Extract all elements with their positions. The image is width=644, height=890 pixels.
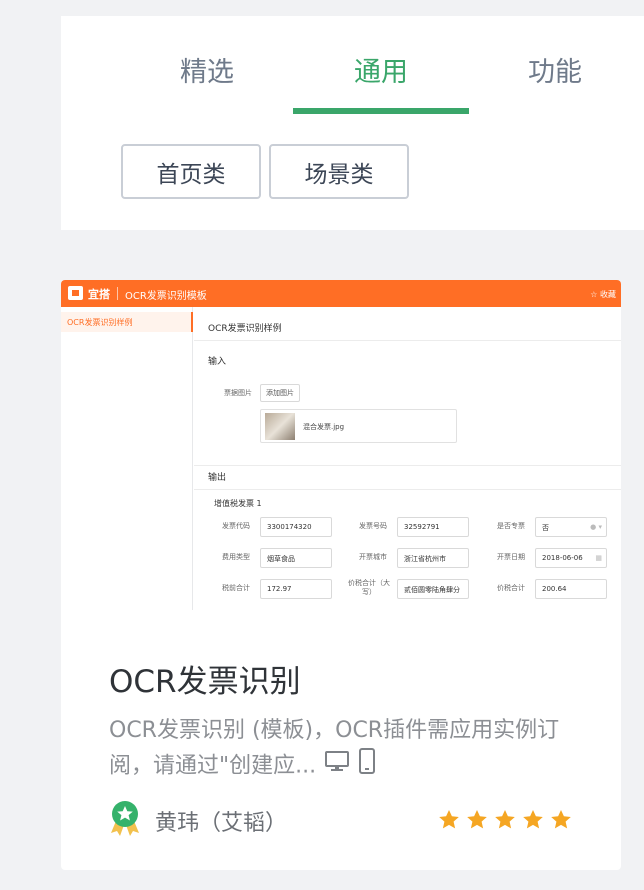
calendar-icon: ▦ bbox=[595, 554, 602, 562]
star-icon bbox=[495, 810, 515, 829]
preview-file-item: 混合发票.jpg bbox=[260, 409, 457, 443]
preview-file-name: 混合发票.jpg bbox=[303, 423, 345, 431]
chip-scenario[interactable]: 场景类 bbox=[269, 144, 409, 199]
field-label: 费用类型 bbox=[222, 553, 250, 561]
tab-function[interactable]: 功能 bbox=[528, 50, 582, 89]
card-title: OCR发票识别 bbox=[109, 664, 301, 700]
invoice-thumbnail bbox=[265, 413, 295, 440]
field-label: 价税合计 bbox=[497, 584, 525, 592]
field-value: 烟草食品 bbox=[260, 548, 332, 568]
preview-app-title: OCR发票识别模板 bbox=[125, 291, 207, 302]
field-label: 税前合计 bbox=[222, 584, 250, 592]
star-icon bbox=[551, 810, 571, 829]
preview-brand: 宜搭 bbox=[88, 288, 110, 301]
field-value: 172.97 bbox=[260, 579, 332, 599]
preview-header-bar: 宜搭 OCR发票识别模板 ☆ 收藏 bbox=[61, 280, 621, 307]
field-value: 否 ● ▾ bbox=[535, 517, 607, 537]
preview-invoice-heading: 增值税发票 1 bbox=[214, 499, 262, 508]
desktop-icon bbox=[324, 749, 350, 784]
field-label: 是否专票 bbox=[497, 522, 525, 530]
star-icon bbox=[467, 810, 487, 829]
star-icon bbox=[439, 810, 459, 829]
chevron-down-icon: ● ▾ bbox=[590, 523, 602, 531]
tab-general[interactable]: 通用 bbox=[354, 50, 408, 89]
preview-page-heading: OCR发票识别样例 bbox=[208, 324, 282, 334]
preview-divider bbox=[194, 489, 621, 490]
field-label: 发票号码 bbox=[359, 522, 387, 530]
active-tab-indicator bbox=[293, 108, 469, 114]
mobile-icon bbox=[358, 748, 376, 785]
category-tabs-panel: 精选 通用 功能 首页类 场景类 bbox=[61, 16, 644, 230]
field-label: 开票城市 bbox=[359, 553, 387, 561]
field-label: 价税合计（大写） bbox=[348, 579, 390, 596]
preview-image-label: 票据图片 bbox=[224, 389, 252, 397]
field-label: 发票代码 bbox=[222, 522, 250, 530]
preview-add-image-button: 添加图片 bbox=[260, 384, 300, 402]
preview-output-heading: 输出 bbox=[208, 473, 227, 483]
field-label: 开票日期 bbox=[497, 553, 525, 561]
template-preview-image: 宜搭 OCR发票识别模板 ☆ 收藏 OCR发票识别样例 OCR发票识别样例 输入… bbox=[61, 280, 621, 610]
star-icon bbox=[523, 810, 543, 829]
card-description: OCR发票识别 (模板)，OCR插件需应用实例订阅，请通过"创建应... bbox=[109, 714, 589, 785]
field-value-text: 2018-06-06 bbox=[542, 554, 583, 562]
field-value-text: 否 bbox=[542, 524, 549, 532]
chip-homepage[interactable]: 首页类 bbox=[121, 144, 261, 199]
preview-main: OCR发票识别样例 输入 票据图片 添加图片 混合发票.jpg 输出 增值税发票… bbox=[194, 307, 621, 610]
field-value: 200.64 bbox=[535, 579, 607, 599]
preview-sidebar: OCR发票识别样例 bbox=[61, 307, 193, 610]
preview-divider bbox=[194, 340, 621, 341]
field-value: 2018-06-06 ▦ bbox=[535, 548, 607, 568]
preview-divider bbox=[194, 465, 621, 466]
header-divider bbox=[117, 287, 118, 300]
field-value: 浙江省杭州市 bbox=[397, 548, 469, 568]
field-value: 贰佰圆零陆角肆分 bbox=[397, 579, 469, 599]
field-value: 3300174320 bbox=[260, 517, 332, 537]
field-value: 32592791 bbox=[397, 517, 469, 537]
preview-favorite: ☆ 收藏 bbox=[590, 290, 616, 299]
tab-featured[interactable]: 精选 bbox=[180, 50, 234, 89]
award-badge-icon bbox=[107, 799, 143, 837]
preview-input-heading: 输入 bbox=[208, 357, 227, 367]
author-name: 黄玮（艾韬） bbox=[155, 811, 288, 836]
template-card[interactable]: 宜搭 OCR发票识别模板 ☆ 收藏 OCR发票识别样例 OCR发票识别样例 输入… bbox=[61, 280, 621, 870]
brand-logo-icon bbox=[68, 286, 83, 300]
rating-stars bbox=[438, 809, 572, 830]
preview-sidebar-item: OCR发票识别样例 bbox=[61, 312, 193, 332]
